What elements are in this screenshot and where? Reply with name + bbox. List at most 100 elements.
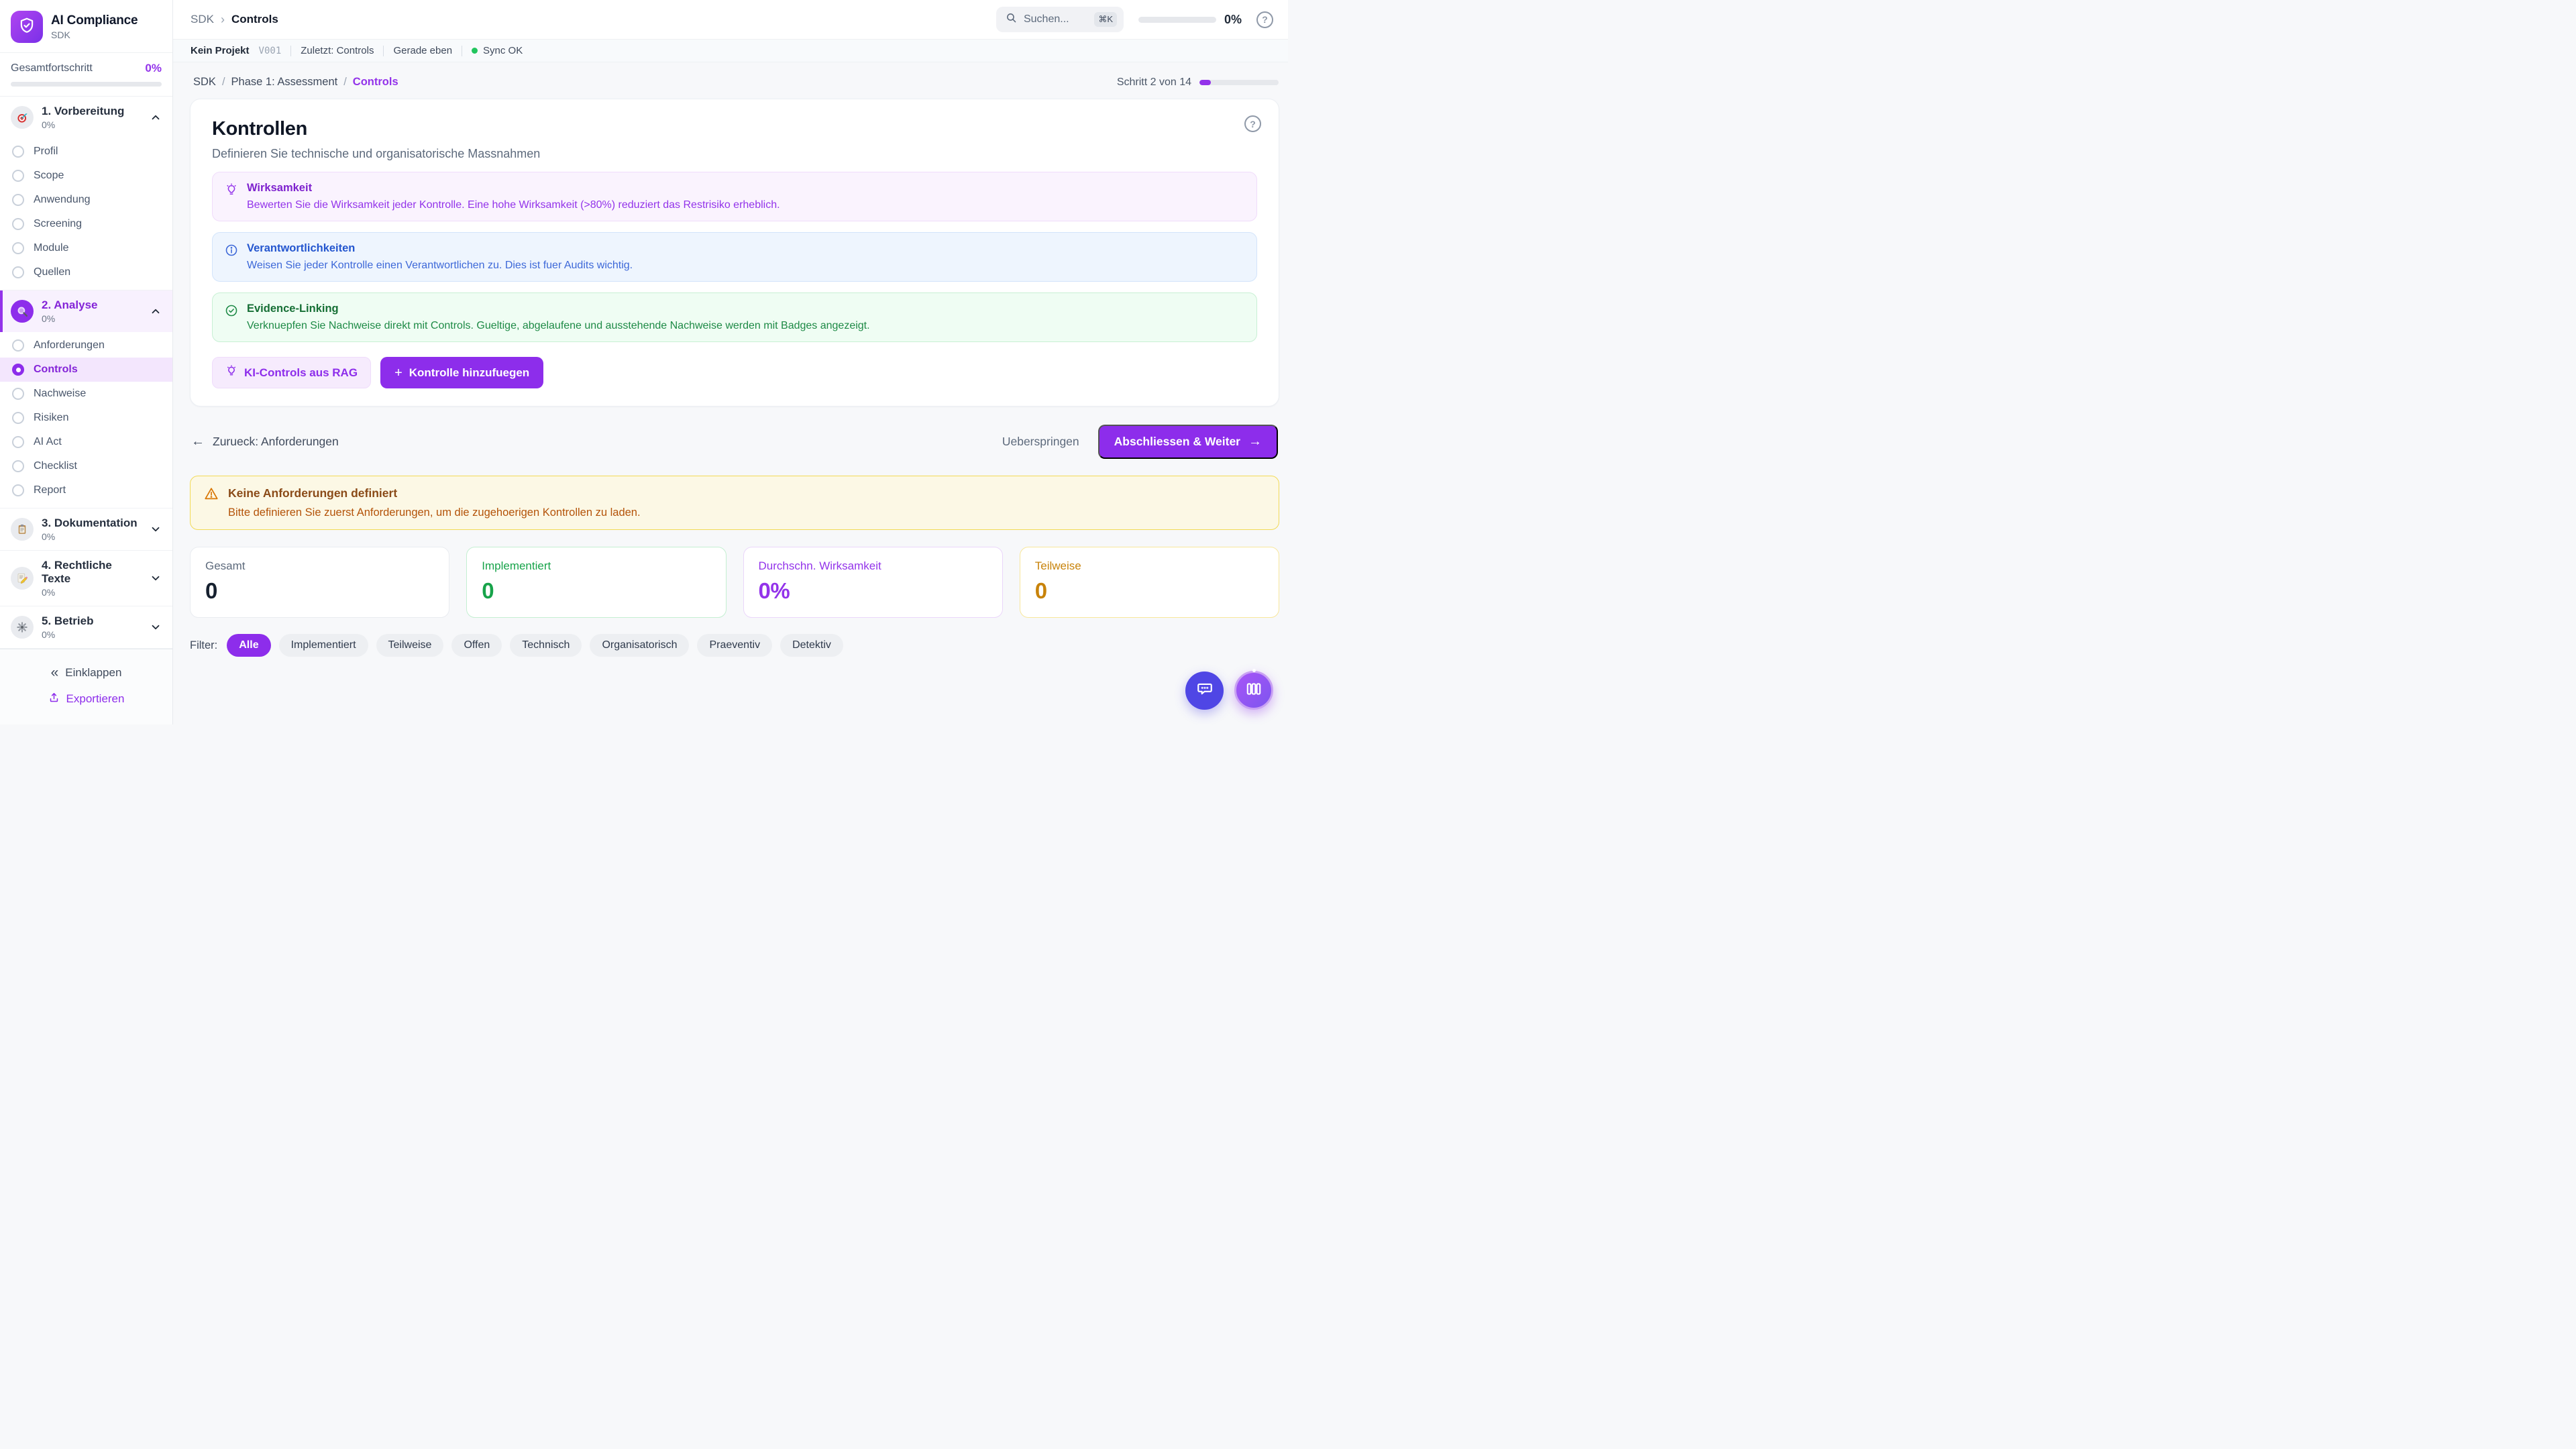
card-help-icon[interactable]: ? [1244, 115, 1261, 132]
topbar-progress-value: 0% [1224, 13, 1242, 27]
board-view-fab-button[interactable] [1234, 671, 1273, 710]
stat-card-implementiert: Implementiert 0 [466, 547, 726, 618]
app-window: AI Compliance SDK Gesamtfortschritt 0% 1… [0, 0, 1288, 724]
section-label: 5. Betrieb [42, 614, 142, 628]
section-header-rechtliche-texte[interactable]: 4. Rechtliche Texte 0% [0, 551, 172, 606]
target-icon [11, 106, 34, 129]
section-header-betrieb[interactable]: 5. Betrieb 0% [0, 606, 172, 648]
step-radio [12, 218, 24, 230]
sidebar-item-module[interactable]: Module [0, 236, 172, 260]
nav-section-rechtliche-texte: 4. Rechtliche Texte 0% [0, 551, 172, 606]
collapse-sidebar-button[interactable]: « Einklappen [0, 660, 172, 686]
export-button[interactable]: Exportieren [0, 686, 172, 712]
main-area: SDK › Controls Suchen... ⌘K 0% ? Kein Pr… [173, 0, 1288, 724]
stat-card-gesamt: Gesamt 0 [190, 547, 449, 618]
filter-chip-organisatorisch[interactable]: Organisatorisch [590, 634, 689, 657]
last-visited: Zuletzt: Controls [301, 45, 374, 56]
shield-check-icon [18, 17, 36, 38]
arrow-right-icon: → [1248, 434, 1262, 449]
page-title: Kontrollen [212, 118, 1257, 140]
section-label: 2. Analyse [42, 299, 142, 312]
skip-button[interactable]: Ueberspringen [1002, 435, 1079, 449]
sidebar-item-anforderungen[interactable]: Anforderungen [0, 333, 172, 358]
project-status-bar: Kein Projekt V001 Zuletzt: Controls Gera… [173, 40, 1288, 62]
complete-next-button[interactable]: Abschliessen & Weiter → [1098, 425, 1278, 459]
search-placeholder: Suchen... [1024, 13, 1087, 25]
nav-section-betrieb: 5. Betrieb 0% [0, 606, 172, 649]
breadcrumb-root[interactable]: SDK [191, 13, 214, 26]
info-box-wirksamkeit: Wirksamkeit Bewerten Sie die Wirksamkeit… [212, 172, 1257, 221]
step-radio [12, 146, 24, 158]
filter-chip-offen[interactable]: Offen [451, 634, 502, 657]
sidebar-item-screening[interactable]: Screening [0, 212, 172, 236]
section-percent: 0% [42, 531, 142, 542]
sidebar-item-risiken[interactable]: Risiken [0, 406, 172, 430]
step-progress-bar [1199, 80, 1279, 85]
info-text: Weisen Sie jeder Kontrolle einen Verantw… [247, 260, 633, 272]
chat-fab-button[interactable] [1185, 672, 1224, 710]
plus-icon: + [394, 368, 402, 378]
filter-chip-praeventiv[interactable]: Praeventiv [697, 634, 772, 657]
chevron-right-icon: › [221, 13, 225, 27]
filter-chip-technisch[interactable]: Technisch [510, 634, 582, 657]
chevron-up-icon[interactable] [150, 111, 162, 123]
nav-section-dokumentation: 3. Dokumentation 0% [0, 508, 172, 551]
sidebar-item-profil[interactable]: Profil [0, 140, 172, 164]
sidebar-item-anwendung[interactable]: Anwendung [0, 188, 172, 212]
back-button[interactable]: ← Zurueck: Anforderungen [191, 434, 339, 449]
page-content: SDK / Phase 1: Assessment / Controls Sch… [173, 62, 1288, 724]
filter-chip-alle[interactable]: Alle [227, 634, 270, 657]
add-control-button[interactable]: + Kontrolle hinzufuegen [380, 357, 543, 388]
sidebar-item-nachweise[interactable]: Nachweise [0, 382, 172, 406]
step-radio [12, 436, 24, 448]
sidebar-item-ai-act[interactable]: AI Act [0, 430, 172, 454]
section-percent: 0% [42, 629, 142, 640]
filter-chip-detektiv[interactable]: Detektiv [780, 634, 843, 657]
warning-text: Bitte definieren Sie zuerst Anforderunge… [228, 506, 641, 519]
sidebar-item-checklist[interactable]: Checklist [0, 454, 172, 478]
sidebar-item-report[interactable]: Report [0, 478, 172, 502]
step-radio [12, 484, 24, 496]
section-header-vorbereitung[interactable]: 1. Vorbereitung 0% [0, 97, 172, 138]
sidebar-item-scope[interactable]: Scope [0, 164, 172, 188]
section-header-analyse[interactable]: 2. Analyse 0% [0, 290, 172, 332]
step-radio [12, 339, 24, 352]
sidebar-header: AI Compliance SDK [0, 0, 172, 53]
overall-progress-bar [11, 82, 162, 87]
filter-bar: Filter: Alle Implementiert Teilweise Off… [190, 634, 1279, 657]
chevron-down-icon[interactable] [150, 572, 162, 584]
breadcrumb-current: Controls [231, 13, 278, 26]
sync-status: Sync OK [472, 45, 523, 56]
search-input[interactable]: Suchen... ⌘K [996, 7, 1124, 32]
info-icon [225, 244, 238, 260]
filter-chip-teilweise[interactable]: Teilweise [376, 634, 444, 657]
nav-section-analyse: 2. Analyse 0% Anforderungen Controls Nac… [0, 290, 172, 508]
breadcrumb-phase[interactable]: Phase 1: Assessment [231, 76, 338, 89]
sidebar-item-quellen[interactable]: Quellen [0, 260, 172, 284]
help-icon[interactable]: ? [1256, 11, 1273, 28]
section-percent: 0% [42, 587, 142, 598]
chevron-up-icon[interactable] [150, 305, 162, 317]
chevron-down-icon[interactable] [150, 621, 162, 633]
step-label: Schritt 2 von 14 [1117, 76, 1191, 89]
breadcrumb-sdk[interactable]: SDK [193, 76, 216, 89]
topbar-breadcrumb: SDK › Controls [191, 13, 278, 27]
overall-progress-value: 0% [145, 62, 162, 75]
step-radio [12, 460, 24, 472]
topbar-progress-bar [1138, 17, 1216, 23]
step-radio [12, 170, 24, 182]
ai-controls-button[interactable]: KI-Controls aus RAG [212, 357, 371, 388]
double-chevron-left-icon: « [51, 668, 59, 678]
overall-progress: Gesamtfortschritt 0% [0, 53, 172, 97]
info-box-verantwortlichkeiten: Verantwortlichkeiten Weisen Sie jeder Ko… [212, 232, 1257, 282]
step-radio [12, 266, 24, 278]
sidebar-item-controls[interactable]: Controls [0, 358, 172, 382]
step-radio [12, 388, 24, 400]
check-circle-icon [225, 304, 238, 321]
section-header-dokumentation[interactable]: 3. Dokumentation 0% [0, 508, 172, 550]
chevron-down-icon[interactable] [150, 523, 162, 535]
wizard-navigation: ← Zurueck: Anforderungen Ueberspringen A… [190, 425, 1279, 459]
app-title: AI Compliance [51, 13, 138, 28]
filter-chip-implementiert[interactable]: Implementiert [279, 634, 368, 657]
chat-bubble-icon [1196, 680, 1214, 701]
